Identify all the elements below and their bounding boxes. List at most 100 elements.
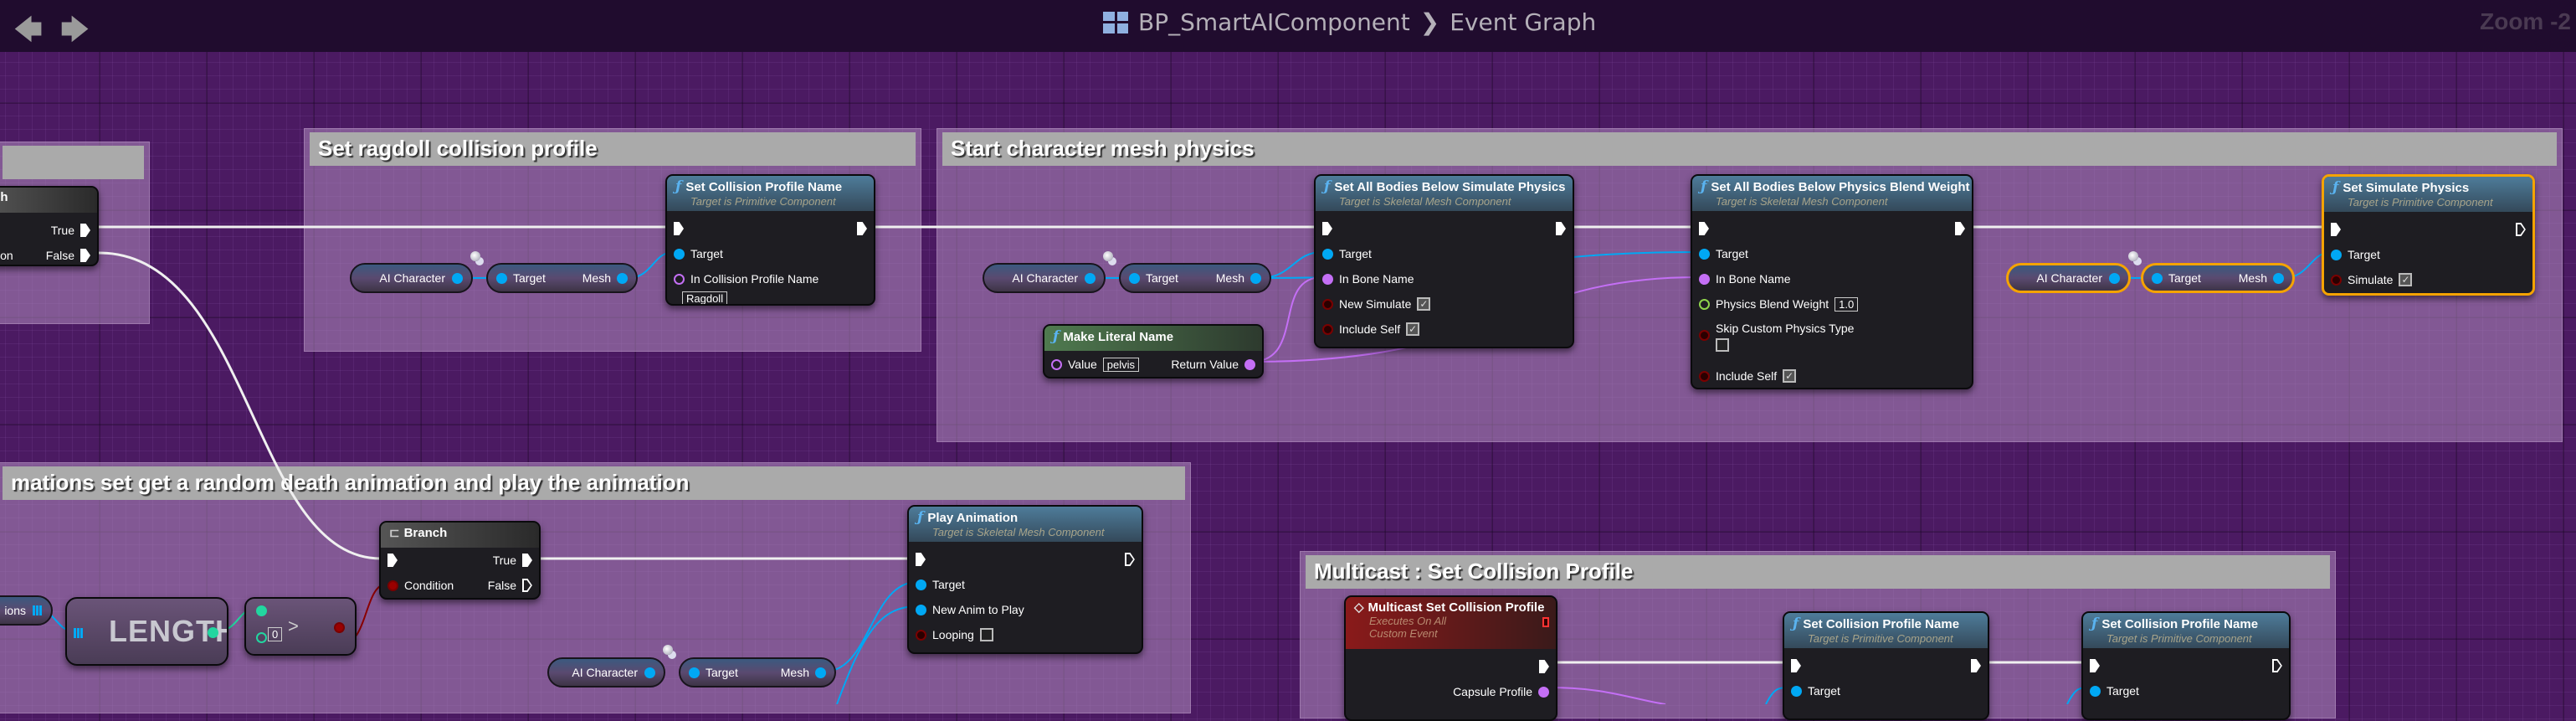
mesh-getter[interactable]: Target Mesh: [1119, 263, 1271, 293]
comment-header[interactable]: Set ragdoll collision profile: [310, 132, 916, 166]
exec-pin-out[interactable]: [1556, 222, 1566, 235]
exec-pin-in[interactable]: [2090, 659, 2100, 672]
breadcrumb-graph[interactable]: Event Graph: [1450, 8, 1596, 36]
data-pin[interactable]: [334, 622, 345, 633]
data-pin[interactable]: [1322, 323, 1333, 335]
ai-character-getter[interactable]: AI Character: [350, 263, 473, 293]
data-pin[interactable]: [2331, 274, 2342, 286]
data-pin[interactable]: [674, 248, 685, 260]
branch-node[interactable]: ⊏ Branch True Condition False: [379, 521, 541, 600]
skip-custom-physics-checkbox[interactable]: [1716, 338, 1729, 352]
profile-name-input[interactable]: Ragdoll: [682, 291, 728, 304]
data-pin[interactable]: [674, 273, 685, 285]
exec-pin-out[interactable]: [1955, 222, 1965, 235]
exec-pin-out[interactable]: [857, 222, 867, 235]
data-pin[interactable]: [1699, 248, 1710, 260]
delegate-pin-icon[interactable]: [1542, 617, 1549, 627]
data-pin[interactable]: [644, 667, 655, 678]
exec-pin-out[interactable]: [1125, 553, 1135, 566]
array-pin-icon[interactable]: [74, 628, 84, 638]
data-pin[interactable]: [689, 667, 700, 678]
array-length-node[interactable]: LENGTH: [65, 597, 228, 666]
array-pin-icon[interactable]: [33, 605, 43, 615]
data-pin[interactable]: [617, 272, 628, 284]
data-pin[interactable]: [2331, 249, 2342, 260]
data-pin[interactable]: [2090, 685, 2101, 697]
multicast-event-node[interactable]: ◇ Multicast Set Collision Profile Execute…: [1344, 595, 1557, 721]
data-pin[interactable]: [1322, 273, 1333, 285]
branch-node-partial[interactable]: ch True ition False: [0, 186, 99, 266]
exec-pin-false[interactable]: [80, 249, 90, 262]
data-pin[interactable]: [1699, 273, 1710, 285]
exec-pin-in[interactable]: [674, 222, 684, 235]
data-pin[interactable]: [1322, 248, 1333, 260]
animations-variable[interactable]: ions: [0, 595, 53, 626]
back-arrow-icon[interactable]: 🡄: [13, 10, 43, 58]
data-pin[interactable]: [2109, 272, 2120, 284]
data-pin[interactable]: [387, 579, 398, 591]
mesh-getter[interactable]: Target Mesh: [679, 657, 836, 688]
exec-pin-out[interactable]: [2272, 659, 2282, 672]
exec-pin-in[interactable]: [1322, 222, 1332, 235]
ai-character-getter[interactable]: AI Character: [2006, 263, 2131, 293]
exec-pin-in[interactable]: [1699, 222, 1709, 235]
comment-header[interactable]: Start character mesh physics: [942, 132, 2557, 166]
blend-weight-input[interactable]: 1.0: [1835, 296, 1859, 312]
data-pin[interactable]: [916, 604, 926, 615]
mesh-getter[interactable]: Target Mesh: [2141, 263, 2295, 293]
set-collision-profile-node[interactable]: ƒ Set Collision Profile Name Target is Pri…: [665, 174, 875, 306]
comment-header[interactable]: Multicast : Set Collision Profile: [1306, 555, 2330, 589]
data-pin[interactable]: [496, 272, 507, 284]
exec-pin-in[interactable]: [1791, 659, 1801, 672]
data-pin[interactable]: [1250, 272, 1261, 284]
exec-pin-false[interactable]: [522, 579, 532, 592]
comment-header[interactable]: mations set get a random death animation…: [3, 466, 1185, 500]
ai-character-getter[interactable]: AI Character: [547, 657, 665, 688]
data-pin[interactable]: [916, 629, 926, 641]
data-pin[interactable]: [1322, 298, 1333, 310]
exec-pin-true[interactable]: [522, 554, 532, 567]
data-pin[interactable]: [256, 632, 267, 643]
play-animation-node[interactable]: ƒ Play Animation Target is Skeletal Mesh C…: [907, 505, 1143, 654]
data-pin[interactable]: [2273, 272, 2284, 284]
data-pin[interactable]: [2152, 272, 2163, 284]
exec-pin-true[interactable]: [80, 224, 90, 237]
exec-pin-out[interactable]: [2516, 223, 2526, 236]
include-self-checkbox[interactable]: ✓: [1783, 369, 1797, 383]
exec-pin-in[interactable]: [387, 554, 398, 567]
breadcrumb-blueprint[interactable]: BP_SmartAIComponent: [1138, 8, 1410, 36]
exec-pin-out[interactable]: [1539, 660, 1549, 673]
data-pin[interactable]: [1129, 272, 1140, 284]
exec-pin-out[interactable]: [1971, 659, 1981, 672]
greater-than-node[interactable]: 0 >: [244, 597, 357, 656]
data-pin[interactable]: [1244, 358, 1255, 370]
set-simulate-physics-node[interactable]: ƒ Set Simulate Physics Target is Primitive…: [2322, 174, 2535, 296]
data-pin[interactable]: [1051, 358, 1062, 370]
set-all-bodies-below-simulate-physics-node[interactable]: ƒ Set All Bodies Below Simulate Physics Ta…: [1314, 174, 1574, 348]
data-pin[interactable]: [1699, 370, 1710, 382]
data-pin[interactable]: [1699, 298, 1710, 310]
data-pin[interactable]: [1538, 686, 1549, 698]
include-self-checkbox[interactable]: ✓: [1406, 322, 1420, 336]
mesh-getter[interactable]: Target Mesh: [486, 263, 638, 293]
compare-value-input[interactable]: 0: [268, 627, 283, 641]
data-pin[interactable]: [1699, 330, 1710, 341]
exec-pin-in[interactable]: [916, 553, 926, 566]
comment-header[interactable]: [3, 146, 144, 179]
data-pin[interactable]: [452, 272, 463, 284]
data-pin[interactable]: [815, 667, 826, 678]
simulate-checkbox[interactable]: ✓: [2399, 273, 2413, 286]
data-pin[interactable]: [916, 579, 926, 590]
make-literal-name-node[interactable]: ƒ Make Literal Name Value pelvis Return Val…: [1043, 324, 1264, 379]
data-pin[interactable]: [1791, 685, 1802, 697]
exec-pin-in[interactable]: [2331, 223, 2341, 236]
name-value-input[interactable]: pelvis: [1102, 357, 1140, 372]
ai-character-getter[interactable]: AI Character: [983, 263, 1106, 293]
data-pin[interactable]: [208, 627, 218, 638]
data-pin[interactable]: [256, 605, 267, 616]
forward-arrow-icon[interactable]: 🡆: [60, 10, 90, 58]
data-pin[interactable]: [1085, 272, 1096, 284]
looping-checkbox[interactable]: [979, 628, 993, 641]
set-all-bodies-below-blend-weight-node[interactable]: ƒ Set All Bodies Below Physics Blend Weig…: [1691, 174, 1973, 389]
new-simulate-checkbox[interactable]: ✓: [1417, 297, 1431, 311]
